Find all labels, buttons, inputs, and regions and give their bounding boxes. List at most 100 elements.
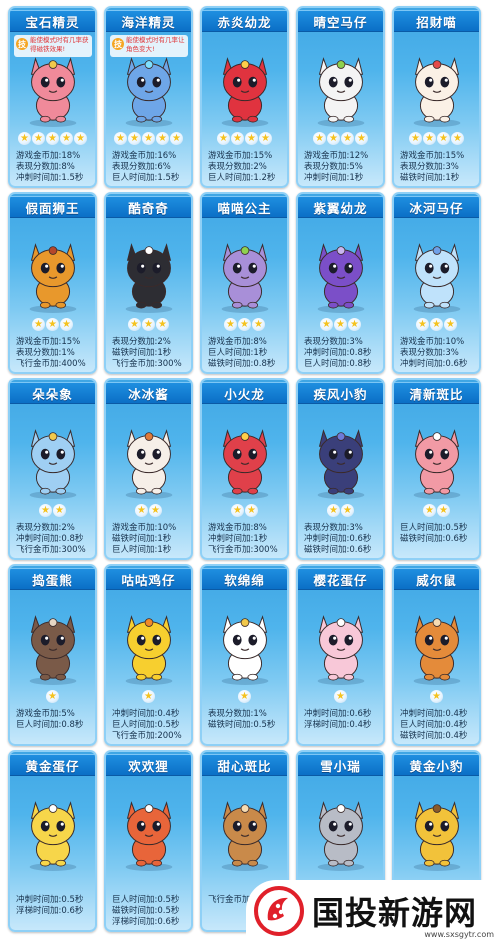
pet-name: 喵喵公主 [217, 200, 272, 216]
pet-card[interactable]: 软绵绵 ★ 表现分数加:1% 磁铁时间加:0.5秒 [200, 564, 289, 746]
pet-name: 黄金蛋仔 [25, 758, 80, 774]
pet-card[interactable]: 樱花蛋仔 ★ 冲刺时间加:0.6秒 浮梯时间加:0.4秒 [296, 564, 385, 746]
stat-line: 表现分数加:3% [400, 162, 459, 172]
pet-name-ribbon: 黄金小豹 [394, 754, 479, 776]
stat-line: 磁铁时间加:0.4秒 [400, 731, 468, 741]
pet-card[interactable]: 清新斑比 ★ ★ 巨人时间加:0.5秒 磁铁时间加:0.6秒 [392, 378, 481, 560]
stat-line: 飞行金币加:300% [208, 545, 278, 555]
pet-portrait [202, 412, 287, 504]
pet-name-ribbon: 喵喵公主 [202, 196, 287, 218]
star-icon: ★ [142, 318, 155, 331]
stat-line: 表现分数加:2% [112, 337, 171, 347]
stat-line: 冲刺时间加:1秒 [304, 173, 364, 183]
pet-stats: 游戏金币加:15% 表现分数加:1% 飞行金币加:400% [16, 337, 93, 370]
star-icon: ★ [423, 132, 436, 145]
pet-card[interactable]: 小火龙 ★ ★ 游戏金币加:8% 冲刺时间加:1秒 飞行金币加:300% [200, 378, 289, 560]
star-icon: ★ [53, 504, 66, 517]
stat-line: 巨人时间加:1.2秒 [208, 173, 276, 183]
star-rating: ★ ★ [394, 504, 479, 520]
star-icon: ★ [416, 318, 429, 331]
pet-portrait [298, 412, 383, 504]
star-icon: ★ [348, 318, 361, 331]
star-rating: ★ [394, 690, 479, 706]
pet-stats: 表现分数加:1% 磁铁时间加:0.5秒 [208, 709, 285, 731]
star-rating: ★ ★ [202, 504, 287, 520]
star-rating: ★ ★ ★ [106, 318, 191, 334]
star-icon: ★ [32, 132, 45, 145]
pet-portrait [298, 598, 383, 690]
star-rating: ★ ★ ★ ★ [394, 132, 479, 148]
pet-icon [125, 801, 172, 871]
star-rating: ★ ★ [298, 504, 383, 520]
pet-name: 招财喵 [416, 14, 457, 30]
star-icon: ★ [60, 132, 73, 145]
pet-card[interactable]: 欢欢狸 巨人时间加:0.5秒 磁铁时间加:0.5秒 浮梯时间加:0.6秒 [104, 750, 193, 932]
pet-card[interactable]: 晴空马仔 ★ ★ ★ ★ 游戏金币加:12% 表现分数加:5% 冲刺时间加:1秒 [296, 6, 385, 188]
pet-card[interactable]: 海洋精灵技能使模式时有几率让角色变大! ★ ★ ★ ★ ★ 游戏金币加:16% 表现分数加:6… [104, 6, 193, 188]
stat-line: 表现分数加:3% [304, 523, 363, 533]
pet-portrait [202, 598, 287, 690]
stat-line: 游戏金币加:8% [208, 523, 267, 533]
pet-name: 雪小瑞 [320, 758, 361, 774]
pet-icon [125, 429, 172, 499]
stat-line: 游戏金币加:8% [208, 337, 267, 347]
pet-portrait [10, 784, 95, 876]
pet-card[interactable]: 赤炎幼龙 ★ ★ ★ ★ 游戏金币加:15% 表现分数加:2% 巨人时间加:1.2秒 [200, 6, 289, 188]
pet-card[interactable]: 假面狮王 ★ ★ ★ 游戏金币加:15% 表现分数加:1% 飞行金币加:400% [8, 192, 97, 374]
pet-icon [317, 615, 364, 685]
pet-card[interactable]: 宝石精灵技能使模式时有几率获得磁铁效果! ★ ★ ★ ★ ★ 游戏金币加:18% 表现分数加:… [8, 6, 97, 188]
pet-card[interactable]: 紫翼幼龙 ★ ★ ★ 表现分数加:3% 冲刺时间加:0.8秒 巨人时间加:0.8秒 [296, 192, 385, 374]
stat-line: 表现分数加:8% [16, 162, 75, 172]
pet-name-ribbon: 欢欢狸 [106, 754, 191, 776]
star-icon: ★ [437, 132, 450, 145]
pet-icon [413, 243, 460, 313]
pet-card[interactable]: 黄金蛋仔 冲刺时间加:0.5秒 浮梯时间加:0.6秒 [8, 750, 97, 932]
star-icon: ★ [128, 318, 141, 331]
star-icon: ★ [156, 132, 169, 145]
pet-name-ribbon: 雪小瑞 [298, 754, 383, 776]
pet-stats: 冲刺时间加:0.4秒 巨人时间加:0.4秒 磁铁时间加:0.4秒 [400, 709, 477, 742]
star-rating: ★ ★ ★ [10, 318, 95, 334]
pet-card[interactable]: 威尔鼠 ★ 冲刺时间加:0.4秒 巨人时间加:0.4秒 磁铁时间加:0.4秒 [392, 564, 481, 746]
site-url: www.sxsgytr.com [424, 930, 494, 939]
pet-name-ribbon: 冰冰酱 [106, 382, 191, 404]
pet-name-ribbon: 软绵绵 [202, 568, 287, 590]
pet-card[interactable]: 疾风小豹 ★ ★ 表现分数加:3% 冲刺时间加:0.6秒 磁铁时间加:0.6秒 [296, 378, 385, 560]
pet-card[interactable]: 朵朵象 ★ ★ 表现分数加:2% 冲刺时间加:0.8秒 飞行金币加:300% [8, 378, 97, 560]
stat-line: 表现分数加:3% [400, 348, 459, 358]
pet-card[interactable]: 冰河马仔 ★ ★ ★ 游戏金币加:10% 表现分数加:3% 冲刺时间加:0.6秒 [392, 192, 481, 374]
pet-stats: 表现分数加:2% 磁铁时间加:1秒 飞行金币加:300% [112, 337, 189, 370]
pet-name: 宝石精灵 [25, 14, 80, 30]
star-icon: ★ [46, 690, 59, 703]
star-icon: ★ [46, 132, 59, 145]
star-icon: ★ [341, 132, 354, 145]
pet-name-ribbon: 紫翼幼龙 [298, 196, 383, 218]
star-icon: ★ [135, 504, 148, 517]
pet-card[interactable]: 喵喵公主 ★ ★ ★ 游戏金币加:8% 巨人时间加:1秒 磁铁时间加:0.8秒 [200, 192, 289, 374]
pet-card[interactable]: 招财喵 ★ ★ ★ ★ 游戏金币加:15% 表现分数加:3% 磁铁时间加:1秒 [392, 6, 481, 188]
stat-line: 游戏金币加:10% [112, 523, 177, 533]
stat-line: 表现分数加:2% [16, 523, 75, 533]
stat-line: 冲刺时间加:0.5秒 [16, 895, 84, 905]
pet-name-ribbon: 冰河马仔 [394, 196, 479, 218]
stat-line: 磁铁时间加:1秒 [112, 348, 172, 358]
pet-name-ribbon: 宝石精灵 [10, 10, 95, 32]
pet-card[interactable]: 咕咕鸡仔 ★ 冲刺时间加:0.4秒 巨人时间加:0.5秒 飞行金币加:200% [104, 564, 193, 746]
pet-card[interactable]: 捣蛋熊 ★ 游戏金币加:5% 巨人时间加:0.8秒 [8, 564, 97, 746]
star-icon: ★ [18, 132, 31, 145]
pet-card[interactable]: 冰冰酱 ★ ★ 游戏金币加:10% 磁铁时间加:1秒 巨人时间加:1秒 [104, 378, 193, 560]
pet-portrait [298, 226, 383, 318]
pet-name: 黄金小豹 [409, 758, 464, 774]
stat-line: 巨人时间加:0.8秒 [304, 359, 372, 369]
stat-line: 飞行金币加:300% [16, 545, 86, 555]
stat-line: 游戏金币加:15% [208, 151, 273, 161]
pet-card[interactable]: 酷奇奇 ★ ★ ★ 表现分数加:2% 磁铁时间加:1秒 飞行金币加:300% [104, 192, 193, 374]
pet-icon [29, 57, 76, 127]
star-rating: ★ ★ ★ [394, 318, 479, 334]
pet-icon [317, 429, 364, 499]
stat-line: 巨人时间加:1秒 [208, 348, 268, 358]
star-icon: ★ [245, 504, 258, 517]
pet-stats: 游戏金币加:15% 表现分数加:3% 磁铁时间加:1秒 [400, 151, 477, 184]
star-icon: ★ [114, 132, 127, 145]
star-icon: ★ [444, 318, 457, 331]
